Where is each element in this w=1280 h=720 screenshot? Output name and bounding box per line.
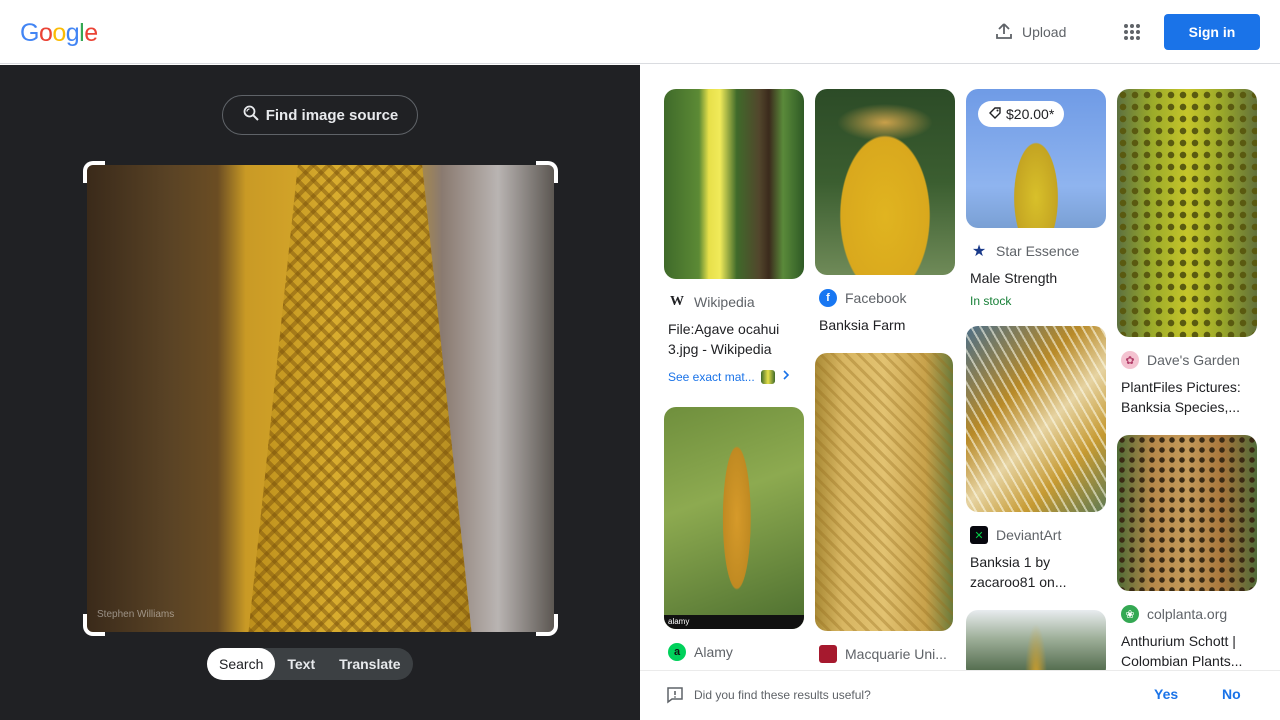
result-thumbnail[interactable] [815,89,955,275]
result-card[interactable]: ✿ Dave's Garden PlantFiles Pictures: Ban… [1117,89,1257,417]
result-source: ❀ colplanta.org [1117,605,1257,623]
price-label: $20.00* [1006,106,1055,122]
result-source: ★ Star Essence [966,242,1106,260]
feedback-icon [666,686,684,709]
result-source: W Wikipedia [664,293,804,311]
result-thumbnail[interactable]: $20.00* [966,89,1106,228]
result-source: ✿ Dave's Garden [1117,351,1257,369]
feedback-question: Did you find these results useful? [694,688,871,702]
source-name: Wikipedia [694,294,755,310]
result-source: ✕ DeviantArt [966,526,1106,544]
star-icon: ★ [971,243,987,260]
visual-matches-panel: W Wikipedia File:Agave ocahui 3.jpg - Wi… [640,65,1280,720]
flower-icon: ✿ [1121,351,1139,369]
logo-letter: e [84,19,98,47]
find-image-source-button[interactable]: Find image source [222,95,418,135]
photo-watermark: Stephen Williams [97,609,175,620]
source-name: Facebook [845,290,907,306]
result-title[interactable]: PlantFiles Pictures: Banksia Species,... [1117,377,1257,417]
apps-grid-icon[interactable] [1116,16,1148,48]
wikipedia-icon: W [670,294,684,309]
crop-handle-top-right[interactable] [536,161,558,183]
crop-handle-bottom-left[interactable] [83,614,105,636]
result-thumbnail[interactable] [815,353,953,631]
tab-search[interactable]: Search [207,648,276,680]
result-card[interactable]: $20.00* ★ Star Essence Male Strength In … [966,89,1106,308]
deviantart-icon: ✕ [970,526,988,544]
see-exact-matches-link[interactable]: See exact mat... [664,369,804,384]
crop-handle-top-left[interactable] [83,161,105,183]
upload-button[interactable]: Upload [986,16,1074,48]
result-source: Macquarie Uni... [815,645,953,663]
result-thumbnail[interactable] [664,89,804,279]
image-preview-panel: Find image source Stephen Williams Searc… [0,65,640,720]
source-name: colplanta.org [1147,606,1228,622]
leaf-icon: ❀ [1121,605,1139,623]
result-card[interactable]: W Wikipedia File:Agave ocahui 3.jpg - Wi… [664,89,804,384]
source-name: Alamy [694,644,733,660]
shield-icon [819,645,837,663]
tab-text[interactable]: Text [275,648,327,680]
sign-in-button[interactable]: Sign in [1164,14,1260,50]
exact-matches-label: See exact mat... [668,369,755,384]
source-name: Star Essence [996,243,1080,259]
result-source: f Facebook [815,289,955,307]
find-image-source-label: Find image source [265,106,399,124]
result-thumbnail[interactable] [966,326,1106,512]
stock-status: In stock [970,294,1012,308]
lens-search-icon [242,104,260,126]
feedback-no-button[interactable]: No [1222,686,1241,702]
result-card[interactable]: Macquarie Uni... [815,353,953,663]
result-card[interactable]: ✕ DeviantArt Banksia 1 by zacaroo81 on..… [966,326,1106,592]
top-bar: Google Upload Sign in [0,0,1280,64]
result-title[interactable]: Male Strength [966,268,1106,288]
facebook-icon: f [819,289,837,307]
feedback-yes-button[interactable]: Yes [1154,686,1178,702]
source-name: Dave's Garden [1147,352,1240,368]
result-title[interactable]: Anthurium Schott | Colombian Plants... [1117,631,1257,671]
query-image: Stephen Williams [87,165,554,632]
result-title[interactable]: File:Agave ocahui 3.jpg - Wikipedia [664,319,804,359]
result-thumbnail[interactable] [1117,89,1257,337]
source-name: Macquarie Uni... [845,646,947,662]
crop-selection[interactable]: Stephen Williams [83,161,558,636]
result-card[interactable]: ❀ colplanta.org Anthurium Schott | Colom… [1117,435,1257,671]
alamy-watermark-strip: alamy [664,615,804,629]
chevron-right-icon [781,369,791,384]
logo-letter: g [65,19,80,47]
google-logo[interactable]: Google [20,19,98,47]
logo-letter: G [20,19,39,47]
tab-translate[interactable]: Translate [327,648,412,680]
exact-match-thumb-icon [760,369,775,384]
result-thumbnail[interactable]: alamy [664,407,804,629]
upload-label: Upload [1022,24,1067,40]
mode-tab-bar: Search Text Translate [207,648,413,680]
alamy-icon: a [668,643,686,661]
price-tag-icon [988,106,1002,123]
result-source: a Alamy [664,643,804,661]
price-badge: $20.00* [978,101,1065,127]
result-thumbnail[interactable] [1117,435,1257,591]
result-card[interactable]: alamy a Alamy [664,407,804,661]
result-card[interactable]: f Facebook Banksia Farm [815,89,955,335]
logo-letter: o [38,19,53,47]
upload-icon [994,21,1014,44]
result-title[interactable]: Banksia Farm [815,315,955,335]
feedback-bar: Did you find these results useful? Yes N… [640,670,1280,720]
crop-handle-bottom-right[interactable] [536,614,558,636]
result-title[interactable]: Banksia 1 by zacaroo81 on... [966,552,1106,592]
logo-letter: o [52,19,66,47]
flower-cone-shape [245,165,475,632]
source-name: DeviantArt [996,527,1062,543]
